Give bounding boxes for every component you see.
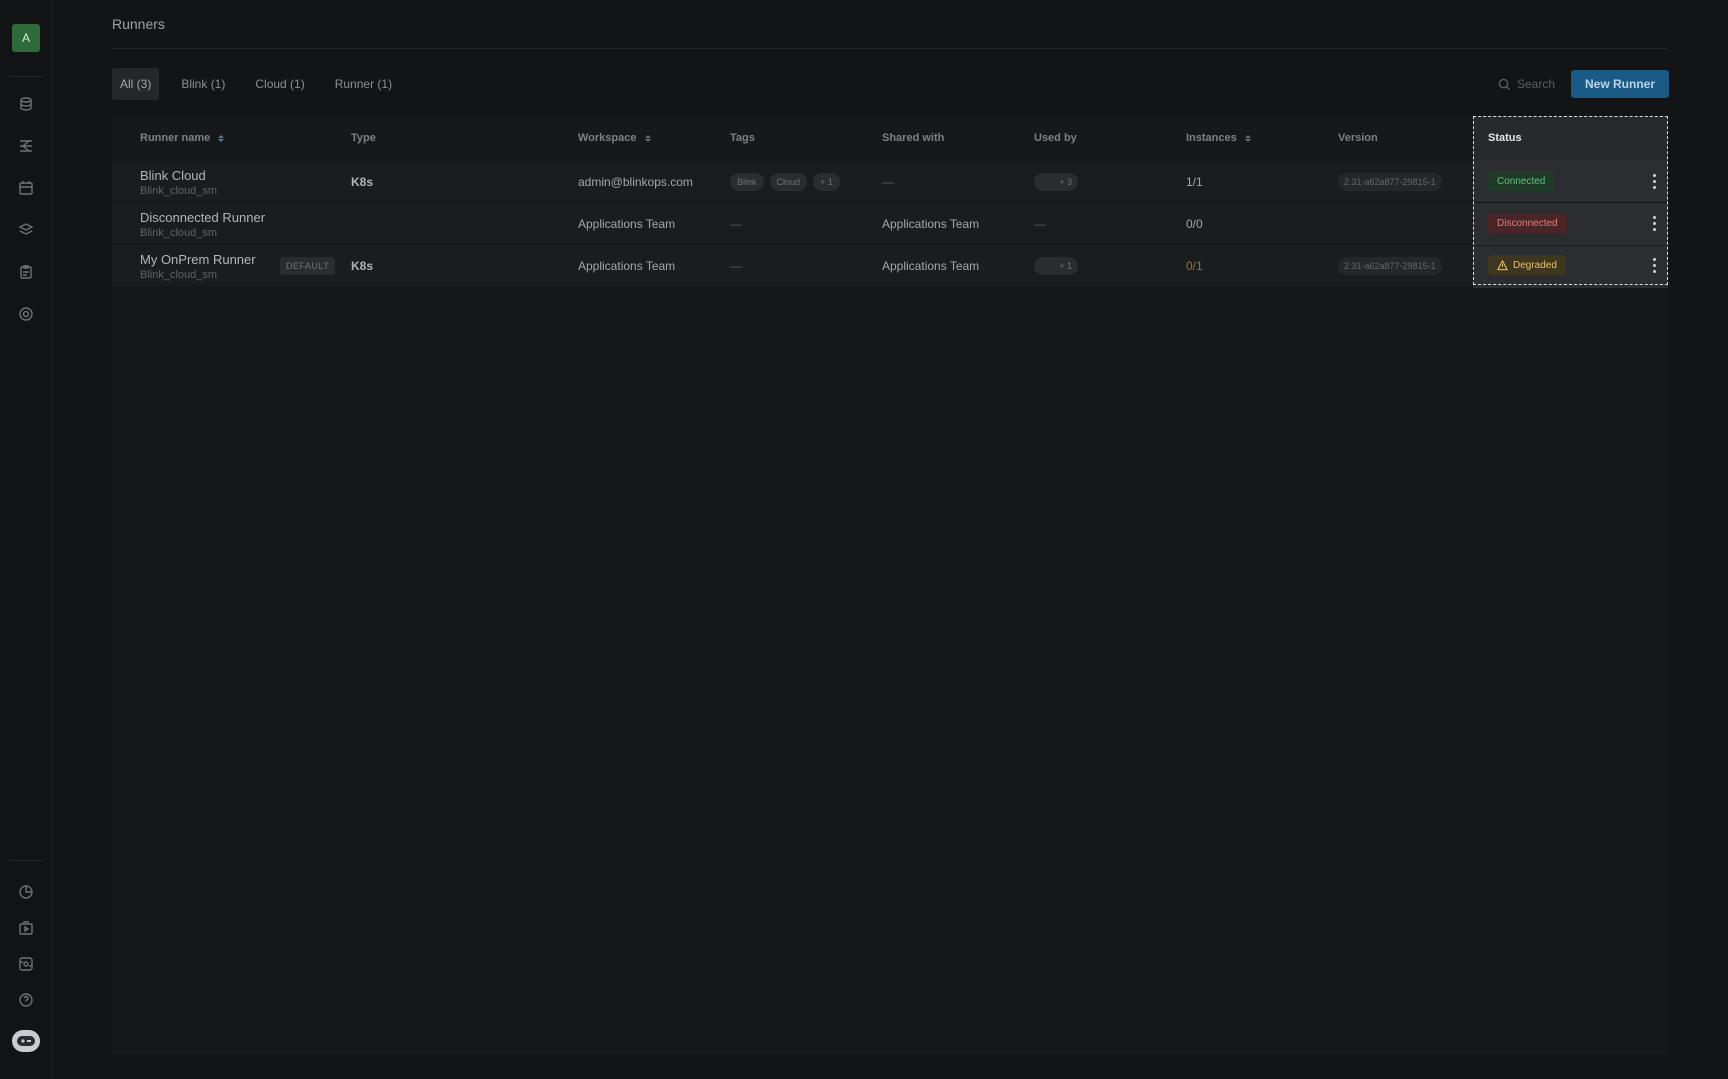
sort-icon[interactable] — [218, 134, 225, 142]
header-label: Tags — [730, 132, 755, 144]
sidebar-divider — [10, 76, 44, 77]
header-used-by: Used by — [1034, 116, 1077, 160]
bot-icon[interactable] — [12, 1030, 40, 1052]
table-row[interactable]: My OnPrem Runner Blink_cloud_sm DEFAULT … — [112, 244, 1668, 286]
header-version: Version — [1338, 116, 1378, 160]
used-by-pill[interactable]: + 1 — [1034, 257, 1078, 275]
runner-name[interactable]: Blink Cloud — [140, 168, 206, 183]
header-shared-with: Shared with — [882, 116, 944, 160]
tab-all[interactable]: All (3) — [112, 68, 160, 100]
header-type: Type — [351, 116, 376, 160]
runner-name-cell: Disconnected Runner Blink_cloud_sm — [140, 203, 265, 245]
runner-instances: 1/1 — [1186, 175, 1203, 189]
header-label: Type — [351, 132, 376, 144]
runner-name-cell: My OnPrem Runner Blink_cloud_sm — [140, 245, 256, 287]
header-tags: Tags — [730, 116, 755, 160]
workflows-icon[interactable] — [16, 136, 36, 156]
clipboard-icon[interactable] — [16, 262, 36, 282]
title-divider — [112, 48, 1668, 49]
content-area — [112, 285, 1668, 1055]
avatar[interactable]: A — [12, 24, 40, 52]
header-workspace[interactable]: Workspace — [578, 116, 651, 160]
sort-icon[interactable] — [644, 134, 651, 142]
runner-tags: Blink Cloud + 1 — [730, 161, 846, 203]
runner-shared-with: Applications Team — [882, 259, 980, 273]
status-text: Disconnected — [1497, 217, 1558, 229]
play-box-icon[interactable] — [16, 918, 36, 938]
search-placeholder: Search — [1517, 77, 1556, 91]
runner-subtitle: Blink_cloud_sm — [140, 268, 218, 281]
search-icon — [1498, 78, 1511, 90]
used-by-pill[interactable]: + 3 — [1034, 173, 1078, 191]
sidebar-divider — [10, 860, 44, 861]
sort-icon[interactable] — [1244, 134, 1251, 142]
tag-pill: Cloud — [769, 173, 808, 191]
status-text: Degraded — [1513, 259, 1557, 271]
tag-pill: Blink — [730, 173, 764, 191]
tag-more-pill[interactable]: + 1 — [813, 173, 840, 191]
runner-subtitle: Blink_cloud_sm — [140, 226, 218, 239]
runner-name[interactable]: My OnPrem Runner — [140, 252, 256, 267]
sidebar: A — [0, 0, 52, 1079]
header-label: Instances — [1186, 132, 1237, 144]
status-text: Connected — [1497, 175, 1546, 187]
runner-workspace: Applications Team — [578, 217, 676, 231]
status-badge-disconnected: Disconnected — [1488, 213, 1567, 233]
tab-runner[interactable]: Runner (1) — [327, 68, 400, 100]
runner-version: 2.31-a62a877-29815-1 — [1338, 245, 1442, 287]
status-badge-connected: Connected — [1488, 171, 1555, 191]
header-label: Used by — [1034, 132, 1077, 144]
help-icon[interactable] — [16, 990, 36, 1010]
new-runner-button[interactable]: New Runner — [1571, 70, 1669, 98]
runner-tags: — — [730, 259, 742, 273]
runners-table: Runner name Type Workspace Tags Shared w… — [112, 116, 1668, 286]
row-actions-kebab-icon[interactable] — [1648, 171, 1660, 191]
search-input[interactable]: Search — [1498, 74, 1555, 94]
version-pill: 2.31-a62a877-29815-1 — [1338, 173, 1442, 191]
table-row[interactable]: Blink Cloud Blink_cloud_sm K8s admin@bli… — [112, 160, 1668, 202]
header-label: Workspace — [578, 132, 637, 144]
main-content: Runners All (3) Blink (1) Cloud (1) Runn… — [112, 0, 1669, 1079]
runner-shared-with: Applications Team — [882, 217, 980, 231]
runner-instances: 0/0 — [1186, 217, 1203, 231]
header-status: Status — [1488, 132, 1522, 144]
runner-shared-with: — — [882, 175, 894, 189]
tab-cloud[interactable]: Cloud (1) — [247, 68, 312, 100]
header-label: Version — [1338, 132, 1378, 144]
table-row[interactable]: Disconnected Runner Blink_cloud_sm Appli… — [112, 202, 1668, 244]
runner-type: K8s — [351, 259, 374, 273]
header-instances[interactable]: Instances — [1186, 116, 1251, 160]
layers-icon[interactable] — [16, 220, 36, 240]
default-badge: DEFAULT — [280, 257, 336, 275]
calendar-icon[interactable] — [16, 178, 36, 198]
header-runner-name[interactable]: Runner name — [140, 116, 225, 160]
header-label: Runner name — [140, 132, 211, 144]
runner-instances: 0/1 — [1186, 259, 1203, 273]
runner-type: K8s — [351, 175, 374, 189]
tab-blink[interactable]: Blink (1) — [173, 68, 233, 100]
warning-icon — [1497, 259, 1508, 270]
page-title: Runners — [112, 16, 165, 32]
header-label: Shared with — [882, 132, 945, 144]
runner-workspace: Applications Team — [578, 259, 676, 273]
runner-used-by: + 3 — [1034, 161, 1084, 203]
runner-used-by: + 1 — [1034, 245, 1084, 287]
runner-name[interactable]: Disconnected Runner — [140, 210, 265, 225]
agents-icon[interactable] — [16, 94, 36, 114]
row-actions-kebab-icon[interactable] — [1648, 213, 1660, 233]
table-header: Runner name Type Workspace Tags Shared w… — [112, 116, 1668, 160]
runner-version: 2.31-a62a877-29815-1 — [1338, 161, 1442, 203]
runner-name-cell: Blink Cloud Blink_cloud_sm — [140, 161, 217, 203]
runner-tags: — — [730, 217, 742, 231]
status-badge-degraded: Degraded — [1488, 255, 1566, 275]
target-icon[interactable] — [16, 304, 36, 324]
version-pill: 2.31-a62a877-29815-1 — [1338, 257, 1442, 275]
chart-icon[interactable] — [16, 882, 36, 902]
runner-used-by: — — [1034, 217, 1046, 231]
runner-workspace: admin@blinkops.com — [578, 175, 693, 189]
runner-subtitle: Blink_cloud_sm — [140, 184, 218, 197]
filter-tabs: All (3) Blink (1) Cloud (1) Runner (1) — [112, 68, 408, 100]
row-actions-kebab-icon[interactable] — [1648, 255, 1660, 275]
database-icon[interactable] — [16, 954, 36, 974]
